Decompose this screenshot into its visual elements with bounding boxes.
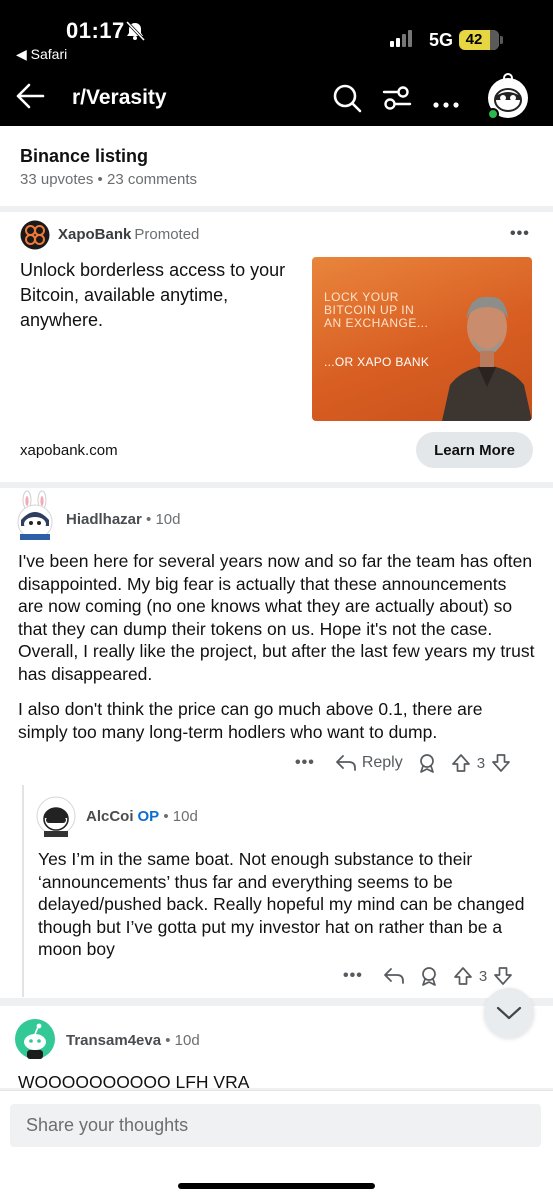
comment-username[interactable]: Hiadlhazar <box>66 511 142 528</box>
comment-body[interactable]: WOOOOOOOOOO LFH VRA <box>18 1071 535 1091</box>
post-meta: 33 upvotes • 23 comments <box>20 171 198 188</box>
ad-image-headline: LOCK YOUR BITCOIN UP IN AN EXCHANGE... <box>324 290 429 330</box>
reply-button[interactable] <box>383 967 405 985</box>
comment-more-button[interactable]: ••• <box>343 967 363 985</box>
comment-age: • 10d <box>163 808 198 825</box>
advertiser-name[interactable]: XapoBank <box>58 226 131 243</box>
top-bar: 01:17 ◀ Safari 5G 42 r/Verasity <box>0 0 553 126</box>
post-header[interactable]: Binance listing 33 upvotes • 23 comments <box>0 126 553 206</box>
ad-image-tagline: ...OR XAPO BANK <box>324 355 430 369</box>
comment-paragraph: I also don't think the price can go much… <box>18 699 483 742</box>
commenter-avatar[interactable] <box>15 1019 55 1064</box>
filter-icon[interactable] <box>382 84 412 117</box>
comment-header: AlcCoi OP • 10d <box>86 808 198 825</box>
comment-body[interactable]: I've been here for several years now and… <box>18 550 535 743</box>
commenter-avatar[interactable] <box>36 795 76 842</box>
ad-advertiser[interactable]: XapoBank Promoted <box>58 226 199 243</box>
user-avatar[interactable] <box>484 70 532 120</box>
comment-age: • 10d <box>146 511 181 528</box>
post-title: Binance listing <box>20 146 149 166</box>
promoted-label: Promoted <box>134 226 200 243</box>
network-label: 5G <box>429 30 454 50</box>
upvote-icon[interactable] <box>451 753 471 773</box>
comment-actions: ••• Reply 3 <box>295 753 511 773</box>
comment-paragraph: Yes I’m in the same boat. Not enough sub… <box>38 849 525 959</box>
comment-actions: ••• 3 <box>343 966 513 986</box>
vote-score: 3 <box>478 967 488 985</box>
downvote-icon[interactable] <box>493 966 513 986</box>
subreddit-title[interactable]: r/Verasity <box>72 86 167 110</box>
more-icon[interactable] <box>433 95 459 113</box>
ad-more-button[interactable]: ••• <box>510 225 530 243</box>
comment-body[interactable]: Yes I’m in the same boat. Not enough sub… <box>38 848 530 961</box>
vote-score: 3 <box>476 754 486 772</box>
upvote-icon[interactable] <box>453 966 473 986</box>
share-thoughts-input[interactable] <box>10 1104 541 1147</box>
battery-level: 42 <box>465 31 483 48</box>
back-to-safari[interactable]: ◀ Safari <box>16 46 67 63</box>
chevron-down-icon <box>496 1006 522 1020</box>
reply-button[interactable]: Reply <box>335 754 403 772</box>
reply-icon <box>335 755 356 771</box>
comment-divider <box>0 998 553 1006</box>
thread-line[interactable] <box>22 785 24 997</box>
signal-icon <box>390 30 412 47</box>
bell-muted-icon <box>124 20 146 46</box>
commenter-avatar[interactable] <box>14 490 56 545</box>
comment-username[interactable]: Transam4eva <box>66 1032 161 1049</box>
downvote-icon[interactable] <box>491 753 511 773</box>
ad-text[interactable]: Unlock borderless access to your Bitcoin… <box>20 258 300 333</box>
ad-domain[interactable]: xapobank.com <box>20 442 118 459</box>
learn-more-button[interactable]: Learn More <box>416 432 533 468</box>
reply-label: Reply <box>361 754 403 771</box>
back-arrow-icon[interactable] <box>15 82 45 115</box>
comment-paragraph: WOOOOOOOOOO LFH VRA <box>18 1072 250 1091</box>
search-icon[interactable] <box>332 83 362 118</box>
comment-age: • 10d <box>165 1032 200 1049</box>
comment-username[interactable]: AlcCoi <box>86 808 134 825</box>
comment-header: Hiadlhazar • 10d <box>66 511 180 528</box>
award-icon[interactable] <box>419 966 439 986</box>
comment-more-button[interactable]: ••• <box>295 754 315 772</box>
ad-person-illustration <box>442 296 532 421</box>
status-time: 01:17 <box>66 18 125 43</box>
next-comment-button[interactable] <box>484 988 534 1038</box>
comment-header: Transam4eva • 10d <box>66 1032 200 1049</box>
op-badge: OP <box>137 808 160 825</box>
battery-icon: 42 <box>459 30 499 50</box>
home-indicator[interactable] <box>178 1183 375 1189</box>
ad-image[interactable]: LOCK YOUR BITCOIN UP IN AN EXCHANGE... .… <box>312 257 532 421</box>
reply-icon <box>383 968 404 984</box>
award-icon[interactable] <box>417 753 437 773</box>
comment-paragraph: I've been here for several years now and… <box>18 551 535 684</box>
xapobank-logo-icon[interactable] <box>20 220 50 255</box>
